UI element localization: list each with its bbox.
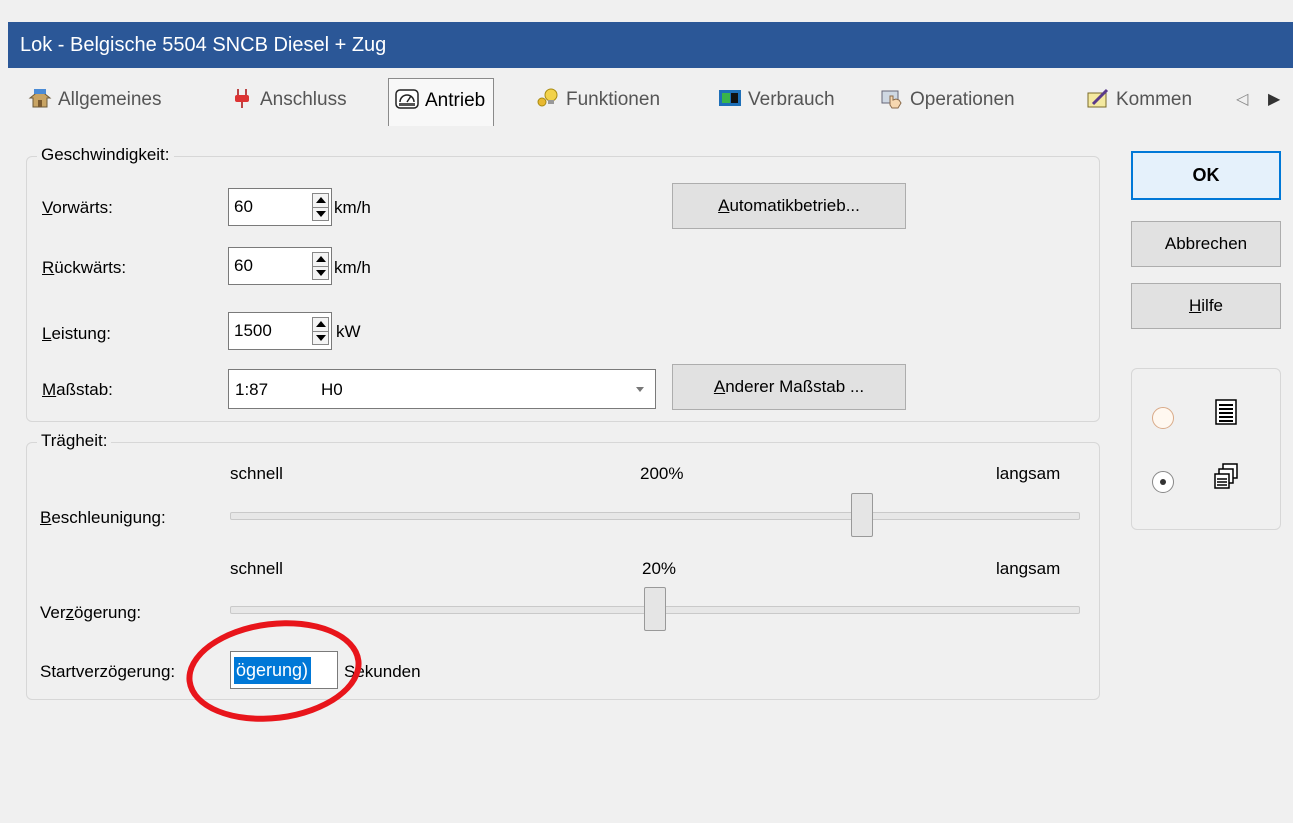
tab-kommentar[interactable]: Kommen [1086,80,1192,120]
acceleration-value: 200% [640,464,684,483]
acceleration-slider-thumb[interactable] [851,493,873,537]
fuel-icon [719,90,741,106]
scale-combobox[interactable]: 1:87 H0 [228,369,656,409]
tab-verbrauch[interactable]: Verbrauch [718,80,835,120]
spinner-arrows-icon[interactable] [312,193,329,221]
tab-antrieb[interactable]: Antrieb [388,78,495,126]
acceleration-slider-track[interactable] [230,512,1080,520]
acceleration-label: Beschleunigung: [40,508,166,527]
automatic-mode-button[interactable]: Automatikbetrieb... [672,183,906,229]
deceleration-slow-label: langsam [996,559,1061,578]
forward-speed-label: Vorwärts: [42,198,113,217]
notepad-pencil-icon [1087,88,1109,108]
acceleration-slow-label: langsam [996,464,1061,483]
multi-window-icon [1214,463,1238,489]
inertia-group-title: Trägheit: [37,431,112,451]
scale-label: Maßstab: [42,380,113,399]
deceleration-label: Verzögerung: [40,603,142,622]
list-view-icon [1215,399,1237,425]
deceleration-value: 20% [642,559,677,578]
deceleration-fast-label: schnell [230,559,283,578]
plug-icon [235,89,249,108]
house-icon [28,89,52,108]
window-title-bar: Lok - Belgische 5504 SNCB Diesel + Zug [8,22,1293,68]
forward-speed-unit: km/h [334,198,371,217]
ok-button[interactable]: OK [1131,151,1281,200]
tab-allgemeines[interactable]: Allgemeines [28,80,162,120]
acceleration-fast-label: schnell [230,464,283,483]
gauge-icon [395,89,419,109]
reverse-speed-unit: km/h [334,258,371,277]
tab-scroll-right-icon[interactable]: ▶ [1268,80,1280,120]
other-scale-button[interactable]: Anderer Maßstab ... [672,364,906,410]
tab-scroll-left-icon[interactable]: ◁ [1236,80,1248,120]
tab-anschluss[interactable]: Anschluss [230,80,347,120]
power-unit: kW [336,322,361,341]
power-spinner[interactable]: 1500 [228,312,332,350]
window-title: Lok - Belgische 5504 SNCB Diesel + Zug [20,34,387,56]
reverse-speed-label: Rückwärts: [42,258,127,277]
chevron-down-icon[interactable] [625,370,655,408]
power-label: Leistung: [42,324,112,343]
multi-window-radio[interactable] [1152,471,1174,493]
speed-group-title: Geschwindigkeit: [37,145,174,165]
cancel-button[interactable]: Abbrechen [1131,221,1281,267]
inertia-group: Trägheit: [26,431,1100,700]
view-options-group [1131,368,1281,530]
light-bulb-icon [537,88,558,107]
start-delay-label: Startverzögerung: [40,662,176,681]
acceleration-slider[interactable] [230,492,1080,538]
forward-speed-spinner[interactable]: 60 [228,188,332,226]
hand-icon [881,90,902,109]
tab-funktionen[interactable]: Funktionen [536,80,660,120]
deceleration-slider-thumb[interactable] [644,587,666,631]
spinner-arrows-icon[interactable] [312,252,329,280]
deceleration-slider[interactable] [230,587,1080,633]
reverse-speed-spinner[interactable]: 60 [228,247,332,285]
list-view-radio[interactable] [1152,407,1174,429]
help-button[interactable]: Hilfe [1131,283,1281,329]
tab-operationen[interactable]: Operationen [880,80,1015,120]
tab-strip: Allgemeines Anschluss Antrieb Funktionen… [8,74,1293,126]
spinner-arrows-icon[interactable] [312,317,329,345]
